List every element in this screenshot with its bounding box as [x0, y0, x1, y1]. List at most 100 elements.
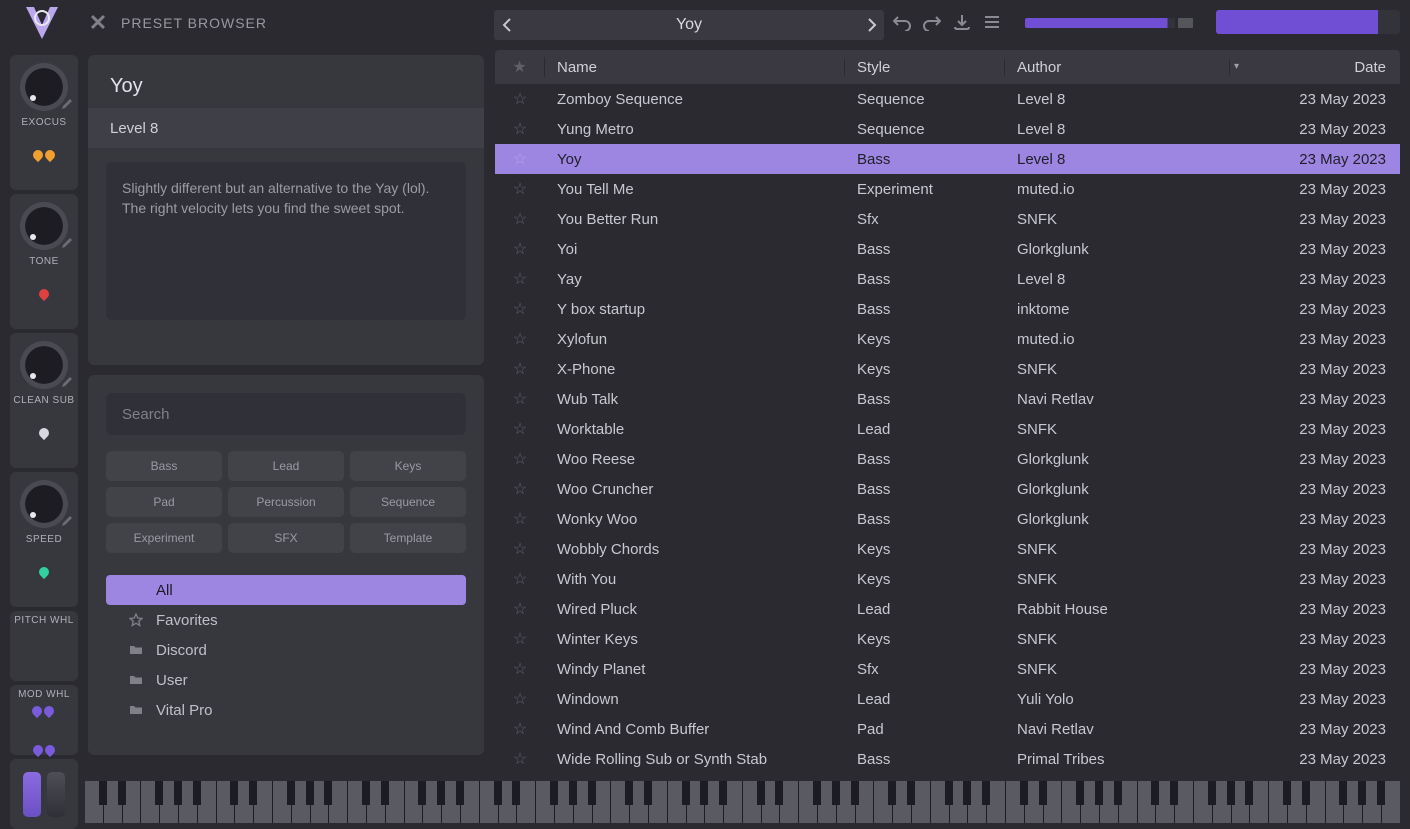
piano-key-black[interactable] [362, 781, 370, 805]
table-row[interactable]: ☆YoiBassGlorkglunk23 May 2023 [495, 234, 1400, 264]
piano-key-white[interactable] [217, 781, 235, 823]
pencil-icon[interactable] [60, 514, 74, 528]
pencil-icon[interactable] [60, 236, 74, 250]
close-icon[interactable]: ✕ [83, 8, 113, 38]
star-icon[interactable]: ☆ [513, 719, 527, 739]
star-icon[interactable]: ☆ [513, 149, 527, 169]
piano-key-white[interactable] [348, 781, 366, 823]
tag-lead[interactable]: Lead [228, 451, 344, 481]
table-row[interactable]: ☆YayBassLevel 823 May 2023 [495, 264, 1400, 294]
table-row[interactable]: ☆Wub TalkBassNavi Retlav23 May 2023 [495, 384, 1400, 414]
piano-key-white[interactable] [1138, 781, 1156, 823]
table-row[interactable]: ☆Wind And Comb BufferPadNavi Retlav23 Ma… [495, 714, 1400, 744]
piano-key-black[interactable] [287, 781, 295, 805]
piano-key-white[interactable] [480, 781, 498, 823]
piano-key-black[interactable] [851, 781, 859, 805]
piano-key-black[interactable] [1377, 781, 1385, 805]
piano-key-black[interactable] [700, 781, 708, 805]
piano-key-black[interactable] [1339, 781, 1347, 805]
star-icon[interactable]: ☆ [513, 569, 527, 589]
search-input[interactable] [106, 393, 466, 435]
piano-key-white[interactable] [1194, 781, 1212, 823]
table-row[interactable]: ☆Y box startupBassinktome23 May 2023 [495, 294, 1400, 324]
table-row[interactable]: ☆You Tell MeExperimentmuted.io23 May 202… [495, 174, 1400, 204]
piano-key-white[interactable] [1062, 781, 1080, 823]
piano-key-black[interactable] [757, 781, 765, 805]
star-icon[interactable]: ☆ [513, 329, 527, 349]
piano-key-black[interactable] [437, 781, 445, 805]
redo-icon[interactable] [920, 10, 944, 34]
tag-sequence[interactable]: Sequence [350, 487, 466, 517]
table-row[interactable]: ☆XylofunKeysmuted.io23 May 2023 [495, 324, 1400, 354]
piano-key-black[interactable] [813, 781, 821, 805]
mod-wheel[interactable] [47, 772, 65, 817]
piano-key-black[interactable] [963, 781, 971, 805]
piano-key-black[interactable] [381, 781, 389, 805]
star-icon[interactable]: ☆ [513, 749, 527, 769]
piano-key-black[interactable] [945, 781, 953, 805]
tag-percussion[interactable]: Percussion [228, 487, 344, 517]
piano-key-white[interactable] [1326, 781, 1344, 823]
piano-key-white[interactable] [931, 781, 949, 823]
star-icon[interactable]: ☆ [513, 479, 527, 499]
table-row[interactable]: ☆Woo ReeseBassGlorkglunk23 May 2023 [495, 444, 1400, 474]
piano-key-black[interactable] [324, 781, 332, 805]
star-icon[interactable]: ☆ [513, 359, 527, 379]
star-icon[interactable]: ☆ [513, 509, 527, 529]
app-logo-icon[interactable] [0, 0, 83, 45]
piano-key-black[interactable] [1358, 781, 1366, 805]
folder-all[interactable]: All [106, 575, 466, 605]
table-row[interactable]: ☆With YouKeysSNFK23 May 2023 [495, 564, 1400, 594]
table-row[interactable]: ☆X-PhoneKeysSNFK23 May 2023 [495, 354, 1400, 384]
piano-key-black[interactable] [644, 781, 652, 805]
piano-key-white[interactable] [85, 781, 103, 823]
table-row[interactable]: ☆Wired PluckLeadRabbit House23 May 2023 [495, 594, 1400, 624]
column-name[interactable]: Name [545, 59, 845, 76]
piano-key-black[interactable] [569, 781, 577, 805]
download-icon[interactable] [950, 10, 974, 34]
piano-key-black[interactable] [1151, 781, 1159, 805]
piano-key-black[interactable] [1039, 781, 1047, 805]
piano-key-black[interactable] [1020, 781, 1028, 805]
piano-key-black[interactable] [118, 781, 126, 805]
star-icon[interactable]: ☆ [513, 689, 527, 709]
piano-key-black[interactable] [1208, 781, 1216, 805]
table-row[interactable]: ☆Yung MetroSequenceLevel 823 May 2023 [495, 114, 1400, 144]
star-icon[interactable]: ☆ [513, 449, 527, 469]
star-icon[interactable]: ☆ [513, 119, 527, 139]
column-favorite[interactable]: ★ [495, 57, 545, 77]
piano-key-black[interactable] [1245, 781, 1253, 805]
tag-template[interactable]: Template [350, 523, 466, 553]
tag-sfx[interactable]: SFX [228, 523, 344, 553]
piano-key-white[interactable] [611, 781, 629, 823]
piano-key-white[interactable] [668, 781, 686, 823]
piano-key-black[interactable] [249, 781, 257, 805]
star-icon[interactable]: ☆ [513, 389, 527, 409]
piano-key-black[interactable] [306, 781, 314, 805]
piano-key-white[interactable] [405, 781, 423, 823]
folder-user[interactable]: User [106, 665, 466, 695]
piano-key-black[interactable] [99, 781, 107, 805]
folder-discord[interactable]: Discord [106, 635, 466, 665]
tag-keys[interactable]: Keys [350, 451, 466, 481]
piano-key-white[interactable] [536, 781, 554, 823]
menu-icon[interactable] [980, 10, 1004, 34]
piano-key-black[interactable] [418, 781, 426, 805]
star-icon[interactable]: ☆ [513, 659, 527, 679]
piano-key-black[interactable] [719, 781, 727, 805]
table-row[interactable]: ☆Woo CruncherBassGlorkglunk23 May 2023 [495, 474, 1400, 504]
table-row[interactable]: ☆WindownLeadYuli Yolo23 May 2023 [495, 684, 1400, 714]
table-row[interactable]: ☆Zomboy SequenceSequenceLevel 823 May 20… [495, 84, 1400, 114]
piano-key-black[interactable] [888, 781, 896, 805]
piano-key-black[interactable] [230, 781, 238, 805]
folder-favorites[interactable]: Favorites [106, 605, 466, 635]
piano-key-black[interactable] [982, 781, 990, 805]
table-row[interactable]: ☆You Better RunSfxSNFK23 May 2023 [495, 204, 1400, 234]
pitch-wheel[interactable] [23, 772, 41, 817]
piano-key-black[interactable] [550, 781, 558, 805]
piano-key-black[interactable] [1076, 781, 1084, 805]
piano-key-black[interactable] [1114, 781, 1122, 805]
piano-key-white[interactable] [1006, 781, 1024, 823]
piano-key-black[interactable] [512, 781, 520, 805]
star-icon[interactable]: ☆ [513, 419, 527, 439]
